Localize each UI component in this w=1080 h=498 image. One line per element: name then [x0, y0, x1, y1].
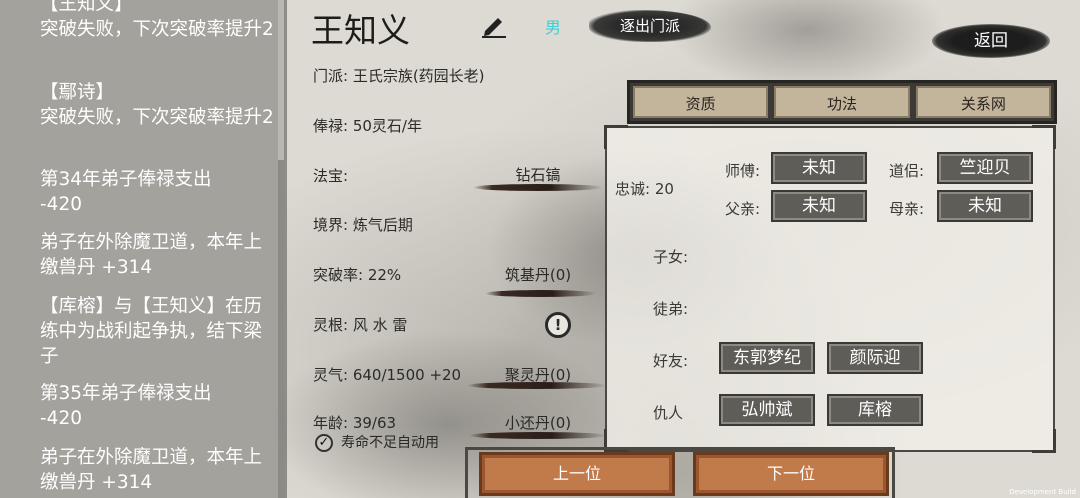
children-label: 子女:: [653, 248, 689, 266]
log-entry: 【鄢诗】 突破失败，下次突破率提升2: [40, 82, 274, 128]
tab-bar: 资质 功法 关系网: [627, 80, 1057, 124]
log-entry: 【库榕】与【王知义】在历练中为战利起争执，结下梁子: [40, 296, 263, 367]
loyalty-info: 忠诚: 20: [615, 180, 674, 198]
friends-label: 好友:: [653, 352, 689, 370]
spirit-root-info: 灵根: 风 水 雷: [313, 316, 408, 334]
edit-name-icon[interactable]: [480, 14, 508, 38]
realm-info: 境界: 炼气后期: [313, 216, 413, 234]
spirit-qi-info: 灵气: 640/1500 +20: [313, 366, 462, 384]
character-name: 王知义: [311, 11, 410, 50]
log-entry: 【王知义】 突破失败，下次突破率提升2: [40, 0, 274, 40]
tab-techniques[interactable]: 功法: [774, 86, 910, 118]
friend-button[interactable]: 东郭梦纪: [719, 342, 815, 374]
friend-button[interactable]: 颜际迎: [827, 342, 923, 374]
master-button[interactable]: 未知: [771, 152, 867, 184]
age-info: 年龄: 39/63: [313, 414, 397, 432]
father-label: 父亲:: [725, 200, 761, 218]
salary-info: 俸禄: 50灵石/年: [313, 117, 422, 135]
small-pill-button[interactable]: 小还丹(0): [473, 412, 603, 433]
brush-underline: [485, 290, 597, 297]
log-entry: 弟子在外除魔卫道，本年上缴兽丹 +314: [40, 447, 263, 493]
sect-info: 门派: 王氏宗族(药园长老): [313, 67, 485, 85]
character-detail-panel: 王知义 男 逐出门派 返回 门派: 王氏宗族(药园长老) 俸禄: 50灵石/年 …: [267, 0, 1080, 498]
log-entry: 弟子在外除魔卫道，本年上缴兽丹 +314: [40, 232, 263, 278]
relations-panel: 忠诚: 20 师傅: 未知 道侣: 竺迎贝 父亲: 未知 母亲: 未知 子女: …: [604, 125, 1056, 453]
partner-button[interactable]: 竺迎贝: [937, 152, 1033, 184]
log-scrollbar-thumb[interactable]: [278, 0, 284, 160]
brush-underline: [469, 432, 607, 439]
master-label: 师傅:: [725, 162, 761, 180]
father-button[interactable]: 未知: [771, 190, 867, 222]
back-button[interactable]: 返回: [932, 24, 1050, 58]
brush-underline: [473, 184, 603, 191]
tab-relations[interactable]: 关系网: [915, 86, 1051, 118]
artifact-label: 法宝:: [313, 167, 349, 185]
enemies-label: 仇人: [653, 404, 684, 422]
expel-button[interactable]: 逐出门派: [589, 10, 711, 42]
tab-aptitude[interactable]: 资质: [633, 86, 769, 118]
enemy-button[interactable]: 弘帅斌: [719, 394, 815, 426]
log-entry: 第34年弟子俸禄支出 -420: [40, 169, 212, 215]
next-character-button[interactable]: 下一位: [693, 452, 889, 496]
mother-button[interactable]: 未知: [937, 190, 1033, 222]
brush-underline: [467, 382, 607, 389]
disciples-label: 徒弟:: [653, 300, 689, 318]
previous-character-button[interactable]: 上一位: [479, 452, 675, 496]
artifact-value[interactable]: 钻石镐: [473, 164, 603, 185]
partner-label: 道侣:: [889, 162, 925, 180]
foundation-pill-button[interactable]: 筑基丹(0): [473, 264, 603, 285]
enemy-button[interactable]: 库榕: [827, 394, 923, 426]
mother-label: 母亲:: [889, 200, 925, 218]
dev-build-watermark: Development Build: [1009, 488, 1076, 496]
breakthrough-info: 突破率: 22%: [313, 266, 402, 284]
auto-use-checkbox[interactable]: ✓: [315, 434, 333, 452]
log-entry: 第35年弟子俸禄支出 -420: [40, 383, 212, 429]
auto-use-label: 寿命不足自动用: [341, 435, 439, 451]
warning-icon[interactable]: !: [545, 312, 571, 338]
gender-label: 男: [545, 18, 562, 37]
event-log-panel[interactable]: 【王知义】 突破失败，下次突破率提升2 【鄢诗】 突破失败，下次突破率提升2 第…: [0, 0, 287, 498]
